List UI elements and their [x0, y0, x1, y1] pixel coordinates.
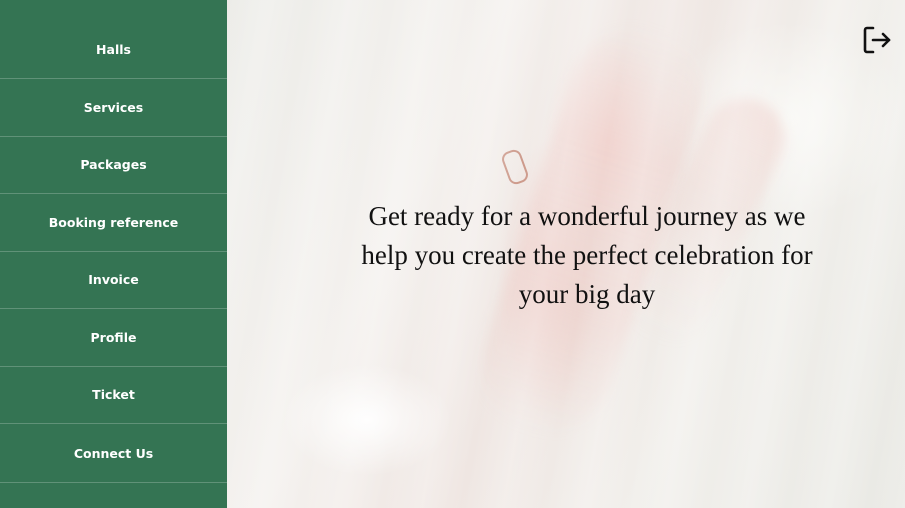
sidebar-item-label: Booking reference [48, 214, 179, 230]
sidebar-item-profile[interactable]: Profile [0, 309, 227, 367]
sidebar-item-label: Connect Us [73, 445, 154, 461]
sidebar-item-label: Profile [90, 329, 137, 345]
hero-background-ring [499, 147, 531, 187]
sidebar: Halls Services Packages Booking referenc… [0, 0, 227, 508]
sidebar-item-connect-us[interactable]: Connect Us [0, 424, 227, 483]
sidebar-item-services[interactable]: Services [0, 79, 227, 137]
sidebar-item-halls[interactable]: Halls [0, 21, 227, 79]
sidebar-item-packages[interactable]: Packages [0, 137, 227, 194]
logout-icon [863, 26, 891, 54]
logout-button[interactable] [862, 25, 892, 55]
app: Halls Services Packages Booking referenc… [0, 0, 905, 508]
hero-section: Get ready for a wonderful journey as we … [227, 0, 905, 508]
sidebar-item-label: Services [83, 99, 144, 115]
sidebar-item-booking-reference[interactable]: Booking reference [0, 194, 227, 252]
sidebar-item-label: Invoice [88, 272, 139, 288]
sidebar-item-label: Packages [80, 157, 147, 173]
sidebar-item-label: Ticket [92, 387, 135, 403]
sidebar-item-ticket[interactable]: Ticket [0, 367, 227, 424]
sidebar-item-invoice[interactable]: Invoice [0, 252, 227, 309]
hero-tagline: Get ready for a wonderful journey as we … [361, 201, 813, 309]
sidebar-item-label: Halls [96, 42, 131, 57]
